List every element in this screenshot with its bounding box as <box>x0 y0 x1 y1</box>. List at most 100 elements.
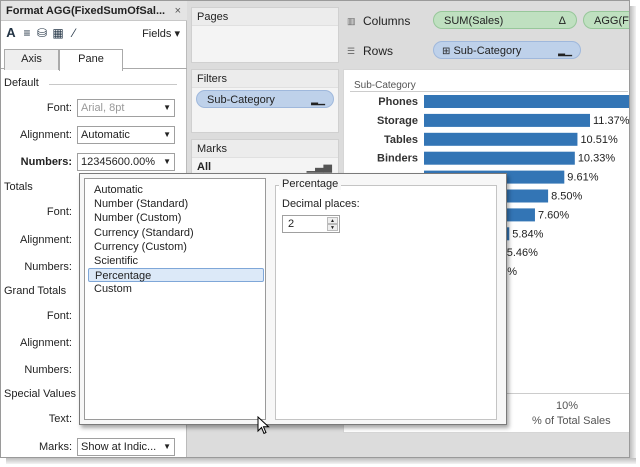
filters-card: Filters Sub-Category ▂▁ <box>191 69 339 133</box>
format-tabs: Axis Pane <box>1 47 187 71</box>
alignment-value: Automatic <box>81 129 130 141</box>
format-pane-title: Format AGG(FixedSumOfSal... × <box>1 1 187 21</box>
alignment-icon[interactable]: ≡ <box>20 26 34 40</box>
filter-pill-sub-category[interactable]: Sub-Category ▂▁ <box>196 90 334 108</box>
category-label: Tables <box>384 134 418 146</box>
columns-shelf-icon: ▥ <box>347 16 356 26</box>
grand-totals-numbers-label: Numbers: <box>24 364 72 376</box>
special-text-label: Text: <box>48 413 72 425</box>
format-toolbar: A ≡ ⛁ ▦ ⁄ Fields ▾ <box>1 23 187 45</box>
column-pill-sum-sales[interactable]: SUM(Sales) Δ <box>433 11 577 29</box>
increment-icon[interactable]: ▲ <box>327 217 338 224</box>
pages-card-title: Pages <box>192 8 338 26</box>
bar[interactable] <box>424 95 630 108</box>
chevron-down-icon: ▾ <box>174 28 180 40</box>
totals-alignment-label: Alignment: <box>20 234 72 246</box>
font-label: Font: <box>46 102 72 114</box>
marks-all-label[interactable]: All <box>197 161 211 173</box>
filter-pill-label: Sub-Category <box>207 94 275 106</box>
pages-card: Pages <box>191 7 339 63</box>
bar-value-label: 11.37% <box>593 115 630 127</box>
tab-axis[interactable]: Axis <box>4 49 59 70</box>
numbers-dropdown[interactable]: 12345600.00% ▼ <box>77 153 175 171</box>
grand-totals-section-header: Grand Totals <box>4 285 67 297</box>
totals-font-label: Font: <box>46 206 72 218</box>
category-label: Storage <box>377 115 418 127</box>
bar[interactable] <box>424 113 591 127</box>
sort-icon: ▂▁ <box>558 46 572 56</box>
number-format-option[interactable]: Custom <box>88 282 264 296</box>
number-format-popup: Automatic Number (Standard) Number (Custom… <box>79 173 507 425</box>
x-axis-title: % of Total Sales <box>532 415 611 427</box>
expand-icon[interactable]: ⊞ <box>442 46 450 57</box>
rows-shelf-icon: ☰ <box>347 46 356 56</box>
numbers-value: 12345600.00% <box>81 156 156 168</box>
totals-numbers-label: Numbers: <box>24 261 72 273</box>
number-format-option[interactable]: Automatic <box>88 183 264 197</box>
number-format-option[interactable]: Scientific <box>88 254 264 268</box>
marks-label: Marks: <box>39 441 72 453</box>
category-label: Binders <box>377 153 418 165</box>
sort-icon: ▂▁ <box>311 95 325 105</box>
x-axis-tick: 10% <box>556 400 579 412</box>
bar-value-label: 9.61% <box>567 172 598 184</box>
number-format-list[interactable]: Automatic Number (Standard) Number (Custom… <box>84 178 266 420</box>
marks-value: Show at Indic... <box>81 441 157 453</box>
bar[interactable] <box>424 151 575 165</box>
chevron-down-icon: ▼ <box>163 130 171 139</box>
font-dropdown[interactable]: Arial, 8pt ▼ <box>77 99 175 117</box>
borders-icon[interactable]: ▦ <box>51 26 65 40</box>
lines-icon[interactable]: ⁄ <box>67 26 81 40</box>
app-window: Format AGG(FixedSumOfSal... × A ≡ ⛁ ▦ ⁄ … <box>0 0 630 458</box>
decimal-places-stepper[interactable]: 2 ▲ ▼ <box>282 215 340 233</box>
close-icon[interactable]: × <box>175 1 181 20</box>
special-values-section-header: Special Values ( <box>4 388 83 400</box>
bar-value-label: 10.33% <box>578 153 616 165</box>
mouse-cursor-icon <box>257 416 270 435</box>
decrement-icon[interactable]: ▼ <box>327 224 338 231</box>
totals-section-header: Totals <box>4 181 33 193</box>
bar-value-label: 10.51% <box>580 134 618 146</box>
tab-pane[interactable]: Pane <box>59 49 123 71</box>
fields-label: Fields <box>142 28 172 40</box>
shading-icon[interactable]: ⛁ <box>35 26 49 40</box>
bar-chart-icon: ▁▃▅ <box>306 161 332 173</box>
number-format-option[interactable]: Currency (Standard) <box>88 226 264 240</box>
bar-value-label: 5.46% <box>507 247 538 259</box>
grand-totals-alignment-label: Alignment: <box>20 337 72 349</box>
number-format-option[interactable]: Percentage <box>88 268 264 283</box>
rows-shelf: ☰ Rows ⊞ Sub-Category ▂▁ <box>343 39 629 65</box>
columns-shelf: ▥ Columns SUM(Sales) Δ AGG(Fi <box>343 9 629 35</box>
alignment-label: Alignment: <box>20 129 72 141</box>
row-pill-label: Sub-Category <box>453 45 522 57</box>
rows-shelf-label: Rows <box>363 44 394 58</box>
font-value: Arial, 8pt <box>81 102 125 114</box>
filters-card-title: Filters <box>192 70 338 88</box>
percentage-group-title: Percentage <box>279 178 342 190</box>
alignment-dropdown[interactable]: Automatic ▼ <box>77 126 175 144</box>
bar-value-label: 8.50% <box>551 191 582 203</box>
decimal-places-value: 2 <box>288 218 295 230</box>
default-section-header: Default <box>4 77 39 89</box>
chevron-down-icon: ▼ <box>163 442 171 451</box>
number-format-option[interactable]: Number (Custom) <box>88 211 264 225</box>
fields-dropdown[interactable]: Fields ▾ <box>142 27 180 40</box>
bar[interactable] <box>424 132 578 146</box>
marks-card-title: Marks <box>192 140 338 158</box>
column-pill-agg[interactable]: AGG(Fi <box>583 11 629 29</box>
number-format-option[interactable]: Number (Standard) <box>88 197 264 211</box>
bar-value-label: 5.84% <box>512 228 543 240</box>
columns-shelf-label: Columns <box>363 14 411 28</box>
column-pill-label: SUM(Sales) <box>444 15 504 27</box>
window-shadow <box>6 458 636 464</box>
font-format-icon[interactable]: A <box>4 26 18 40</box>
marks-dropdown[interactable]: Show at Indic... ▼ <box>77 438 175 456</box>
chevron-down-icon: ▼ <box>163 103 171 112</box>
bar-value-label: 7.60% <box>538 209 569 221</box>
window-shadow <box>630 6 636 462</box>
number-format-option[interactable]: Currency (Custom) <box>88 240 264 254</box>
decimal-places-label: Decimal places: <box>282 198 360 210</box>
category-label: Phones <box>378 96 418 108</box>
row-pill-sub-category[interactable]: ⊞ Sub-Category ▂▁ <box>433 41 581 59</box>
numbers-label: Numbers: <box>20 156 72 168</box>
